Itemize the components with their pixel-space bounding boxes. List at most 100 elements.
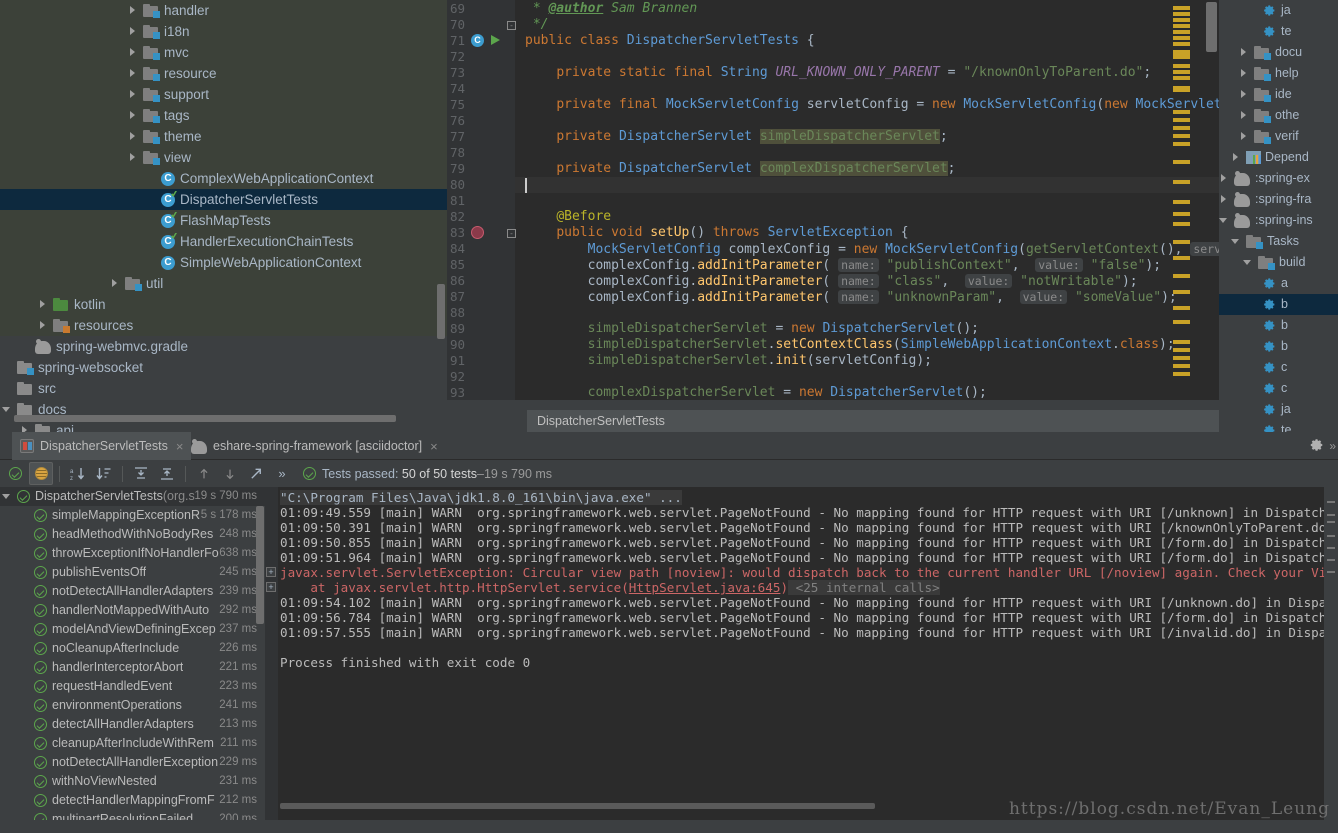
test-tree-item[interactable]: notDetectAllHandlerException 229 ms <box>0 753 265 772</box>
show-ignored-toggle[interactable] <box>29 462 53 485</box>
error-stripe-mark[interactable] <box>1173 110 1190 114</box>
chevron-right-icon[interactable] <box>1239 110 1250 121</box>
test-tree-item[interactable]: simpleMappingExceptionR 5 s 178 ms <box>0 506 265 525</box>
chevron-right-icon[interactable] <box>38 299 49 310</box>
code-line[interactable]: public void setUp() throws ServletExcept… <box>525 225 908 241</box>
gear-icon[interactable] <box>1310 438 1324 452</box>
gradle-tree-item[interactable]: c <box>1219 378 1338 399</box>
gradle-tree-item[interactable]: othe <box>1219 105 1338 126</box>
project-tool-window[interactable]: handler i18n mvc resource support tags theme vi… <box>0 0 447 432</box>
code-line[interactable]: complexDispatcherServlet = new Dispatche… <box>525 385 987 400</box>
chevron-right-icon[interactable] <box>1231 152 1242 163</box>
next-failed-test-button[interactable] <box>218 462 242 485</box>
test-tree-item[interactable]: noCleanupAfterInclude 226 ms <box>0 639 265 658</box>
project-tree-item[interactable]: C SimpleWebApplicationContext <box>0 252 447 273</box>
code-line[interactable]: simpleDispatcherServlet = new Dispatcher… <box>525 321 979 337</box>
chevron-right-icon[interactable] <box>128 68 139 79</box>
chevron-down-icon[interactable] <box>2 404 13 415</box>
code-line[interactable]: complexConfig.addInitParameter( name: "c… <box>525 273 1138 290</box>
project-tree-item[interactable]: src <box>0 378 447 399</box>
console-fold-icon[interactable]: + <box>266 567 276 577</box>
error-stripe-mark[interactable] <box>1173 134 1190 138</box>
run-tool-window-tabs[interactable]: DispatcherServletTests × eshare-spring-fra… <box>0 432 1338 460</box>
project-tree[interactable]: handler i18n mvc resource support tags theme vi… <box>0 0 447 432</box>
test-tree-item[interactable]: notDetectAllHandlerAdapters 239 ms <box>0 582 265 601</box>
error-stripe-mark[interactable] <box>1173 24 1190 28</box>
gradle-tree-item[interactable]: b <box>1219 294 1338 315</box>
gradle-tree-item[interactable]: ja <box>1219 0 1338 21</box>
gradle-tree-item[interactable]: verif <box>1219 126 1338 147</box>
gradle-tree-item[interactable]: ide <box>1219 84 1338 105</box>
gradle-tree-item[interactable]: a <box>1219 273 1338 294</box>
chevron-right-icon[interactable] <box>1239 68 1250 79</box>
test-tree-item[interactable]: requestHandledEvent 223 ms <box>0 677 265 696</box>
code-line[interactable]: private DispatcherServlet simpleDispatch… <box>525 129 948 145</box>
chevron-right-icon[interactable] <box>128 47 139 58</box>
project-tree-item[interactable]: C DispatcherServletTests <box>0 189 447 210</box>
gradle-tree-item[interactable]: te <box>1219 420 1338 432</box>
test-runner-toolbar[interactable]: az » Tests passed: 50 of 50 tests – 19 s… <box>0 460 1338 487</box>
error-stripe-mark[interactable] <box>1173 118 1190 122</box>
sort-by-duration-button[interactable] <box>92 462 116 485</box>
editor-error-stripe[interactable] <box>1170 0 1200 400</box>
project-tree-item[interactable]: i18n <box>0 21 447 42</box>
error-stripe-mark[interactable] <box>1173 18 1190 22</box>
chevron-right-icon[interactable] <box>1219 194 1230 205</box>
console-stack-link[interactable]: HttpServlet.java:645 <box>629 580 781 595</box>
gutter-class-icon[interactable]: C <box>471 34 484 47</box>
expand-all-button[interactable] <box>129 462 153 485</box>
console-error-stripe[interactable] <box>1324 487 1338 820</box>
code-line[interactable]: */ <box>525 17 549 33</box>
code-line[interactable]: simpleDispatcherServlet. setContextClass(… <box>525 337 1175 353</box>
test-tree-item[interactable]: cleanupAfterIncludeWithRem 211 ms <box>0 734 265 753</box>
chevron-down-icon[interactable] <box>1219 215 1230 226</box>
gutter-breakpoint-icon[interactable] <box>471 226 484 239</box>
error-stripe-mark[interactable] <box>1173 200 1190 204</box>
console-stripe-mark[interactable] <box>1327 559 1335 561</box>
test-tree-item[interactable]: handlerInterceptorAbort 221 ms <box>0 658 265 677</box>
console-fold-gutter[interactable]: + + <box>265 487 278 820</box>
error-stripe-mark[interactable] <box>1173 340 1190 344</box>
error-stripe-mark[interactable] <box>1173 6 1190 10</box>
console-stripe-mark[interactable] <box>1327 535 1335 537</box>
chevron-right-icon[interactable] <box>128 110 139 121</box>
console-stripe-mark[interactable] <box>1327 514 1335 516</box>
error-stripe-mark[interactable] <box>1173 240 1190 244</box>
test-tree-item[interactable]: headMethodWithNoBodyRes 248 ms <box>0 525 265 544</box>
error-stripe-mark[interactable] <box>1173 70 1190 74</box>
project-tree-item[interactable]: C HandlerExecutionChainTests <box>0 231 447 252</box>
code-line[interactable]: * @author Sam Brannen <box>525 1 697 17</box>
error-stripe-mark[interactable] <box>1173 320 1190 324</box>
code-line[interactable]: complexConfig.addInitParameter( name: "p… <box>525 257 1161 274</box>
gradle-tree-item[interactable]: build <box>1219 252 1338 273</box>
window-tab[interactable]: eshare-spring-framework [asciidoctor] × <box>183 432 446 460</box>
error-stripe-mark[interactable] <box>1173 126 1190 130</box>
gradle-tree-item[interactable]: :spring-fra <box>1219 189 1338 210</box>
test-rows[interactable]: DispatcherServletTests (org.s 19 s 790 ms… <box>0 487 265 820</box>
project-tree-item[interactable]: support <box>0 84 447 105</box>
tabbar-overflow-chevron[interactable]: » <box>1329 439 1336 453</box>
project-tree-item[interactable]: util <box>0 273 447 294</box>
error-stripe-mark[interactable] <box>1173 306 1190 310</box>
console-fold-icon[interactable]: + <box>266 582 276 592</box>
error-stripe-mark[interactable] <box>1173 42 1190 46</box>
error-stripe-mark[interactable] <box>1173 348 1190 352</box>
error-stripe-mark[interactable] <box>1173 76 1190 80</box>
error-stripe-mark[interactable] <box>1173 142 1190 146</box>
status-bar[interactable] <box>0 820 1338 833</box>
error-stripe-mark[interactable] <box>1173 290 1190 294</box>
error-stripe-mark[interactable] <box>1173 274 1190 278</box>
chevron-down-icon[interactable] <box>1231 236 1242 247</box>
test-results-tree[interactable]: DispatcherServletTests (org.s 19 s 790 ms… <box>0 487 265 820</box>
project-tree-item[interactable]: kotlin <box>0 294 447 315</box>
code-line[interactable]: private DispatcherServlet complexDispatc… <box>525 161 956 177</box>
gutter-run-icon[interactable] <box>491 35 500 45</box>
editor-vertical-scrollbar[interactable] <box>1206 2 1217 52</box>
error-stripe-mark[interactable] <box>1173 50 1190 59</box>
error-stripe-mark[interactable] <box>1173 12 1190 16</box>
code-line[interactable]: public class DispatcherServletTests { <box>525 33 815 49</box>
code-editor[interactable]: 69 70-71 C 72 73 74 75 76 77 78 79 80 81 82 83-84 85 86 8… <box>447 0 1219 400</box>
export-test-results-button[interactable] <box>244 462 268 485</box>
project-tree-hscrollbar[interactable] <box>14 415 396 422</box>
console-stripe-mark[interactable] <box>1327 547 1335 549</box>
